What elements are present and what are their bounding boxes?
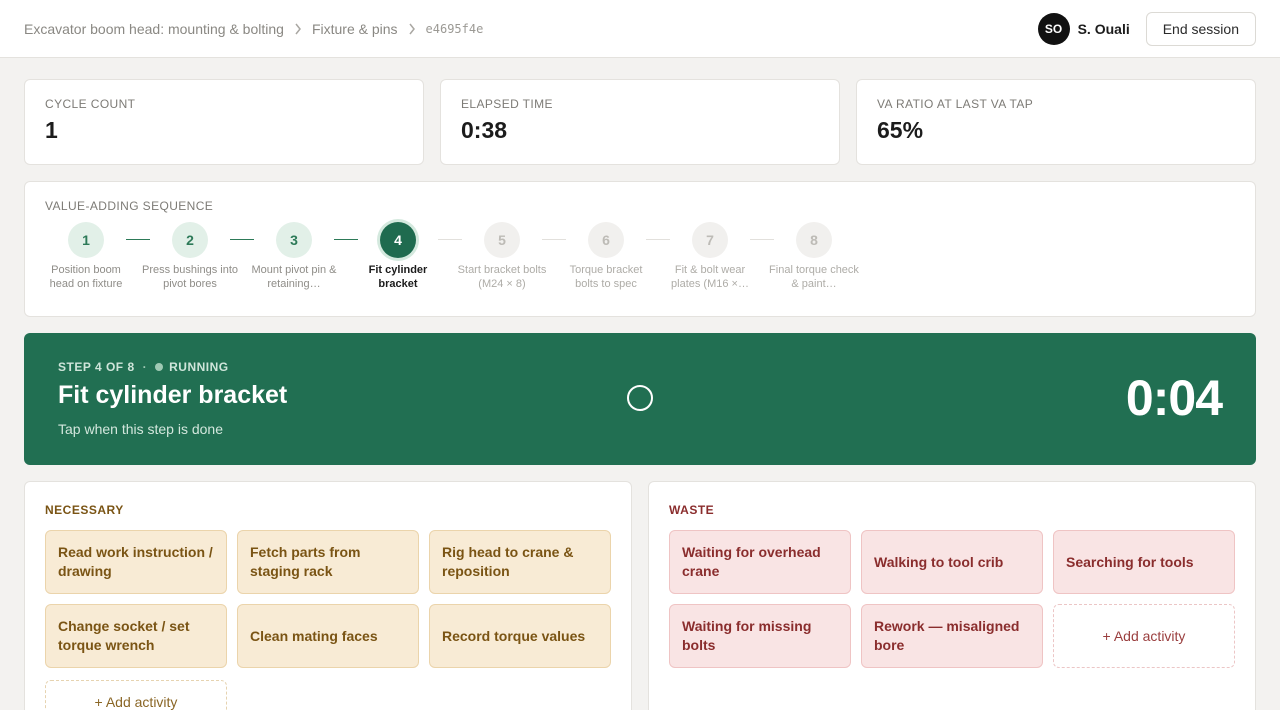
step-counter: STEP 4 OF 8	[58, 360, 135, 374]
sequence-card: Value-adding sequence 1 Position boom he…	[24, 181, 1256, 317]
step-number: 2	[172, 222, 208, 258]
step-status: STEP 4 OF 8 · RUNNING	[58, 360, 229, 374]
waste-activity[interactable]: Rework — misaligned bore	[861, 604, 1043, 668]
sequence-step-6[interactable]: 6 Torque bracket bolts to spec	[554, 222, 658, 291]
add-waste-activity-button[interactable]: + Add activity	[1053, 604, 1235, 668]
necessary-activity[interactable]: Read work instruction / drawing	[45, 530, 227, 594]
separator-dot: ·	[142, 360, 148, 374]
necessary-activity[interactable]: Fetch parts from staging rack	[237, 530, 419, 594]
session-id: e4695f4e	[425, 21, 484, 36]
cycle-count-value: 1	[45, 117, 58, 143]
step-number: 6	[588, 222, 624, 258]
waste-title: Waste	[669, 503, 715, 517]
step-label: Mount pivot pin & retaining…	[251, 264, 337, 290]
sequence-step-2[interactable]: 2 Press bushings into pivot bores	[138, 222, 242, 291]
step-label: Final torque check & paint…	[769, 264, 859, 290]
elapsed-time-card: Elapsed time 0:38	[440, 79, 840, 165]
step-label: Fit & bolt wear plates (M16 ×…	[671, 264, 749, 290]
step-timer: 0:04	[1125, 370, 1223, 426]
step-done-button[interactable]: STEP 4 OF 8 · RUNNING Fit cylinder brack…	[24, 333, 1256, 465]
tap-hint: Tap when this step is done	[58, 421, 223, 437]
necessary-activity[interactable]: Change socket / set torque wrench	[45, 604, 227, 668]
top-bar: Excavator boom head: mounting & bolting …	[0, 0, 1280, 58]
necessary-panel: Necessary Read work instruction / drawin…	[24, 481, 632, 710]
step-label: Press bushings into pivot bores	[142, 264, 238, 290]
status-dot-icon	[155, 363, 164, 371]
necessary-title: Necessary	[45, 503, 124, 517]
end-session-button[interactable]: End session	[1145, 11, 1256, 46]
va-ratio-value: 65%	[877, 117, 924, 143]
elapsed-time-label: Elapsed time	[461, 97, 553, 111]
waste-activity[interactable]: Waiting for overhead crane	[669, 530, 851, 594]
sequence-step-1[interactable]: 1 Position boom head on fixture	[34, 222, 138, 291]
step-number: 1	[68, 222, 104, 258]
avatar[interactable]: SO	[1037, 12, 1070, 45]
step-number: 7	[692, 222, 728, 258]
step-label: Fit cylinder bracket	[368, 264, 428, 290]
sequence-step-5[interactable]: 5 Start bracket bolts (M24 × 8)	[450, 222, 554, 291]
sequence-step-4[interactable]: 4 Fit cylinder bracket	[346, 222, 450, 291]
breadcrumb-station[interactable]: Fixture & pins	[312, 21, 398, 37]
waste-panel: Waste Waiting for overhead crane Walking…	[648, 481, 1256, 710]
sequence-step-3[interactable]: 3 Mount pivot pin & retaining…	[242, 222, 346, 291]
sequence-step-8[interactable]: 8 Final torque check & paint…	[762, 222, 866, 291]
breadcrumb: Excavator boom head: mounting & bolting …	[24, 21, 483, 37]
necessary-activity[interactable]: Rig head to crane & reposition	[429, 530, 611, 594]
waste-activity[interactable]: Waiting for missing bolts	[669, 604, 851, 668]
step-number: 3	[276, 222, 312, 258]
va-ratio-card: VA ratio at last VA tap 65%	[856, 79, 1256, 165]
step-number: 8	[796, 222, 832, 258]
breadcrumb-process[interactable]: Excavator boom head: mounting & bolting	[24, 21, 284, 37]
chevron-right-icon	[408, 23, 416, 35]
step-number: 5	[484, 222, 520, 258]
chevron-right-icon	[294, 23, 302, 35]
sequence-title: Value-adding sequence	[45, 199, 214, 213]
va-ratio-label: VA ratio at last VA tap	[877, 97, 1034, 111]
sequence-step-7[interactable]: 7 Fit & bolt wear plates (M16 ×…	[658, 222, 762, 291]
step-label: Position boom head on fixture	[49, 264, 123, 290]
step-number: 4	[380, 222, 416, 258]
step-label: Start bracket bolts (M24 × 8)	[457, 264, 547, 290]
waste-activity[interactable]: Searching for tools	[1053, 530, 1235, 594]
waste-activity[interactable]: Walking to tool crib	[861, 530, 1043, 594]
cursor-ring-icon	[627, 385, 653, 411]
necessary-activity[interactable]: Record torque values	[429, 604, 611, 668]
cycle-count-label: Cycle count	[45, 97, 136, 111]
user-name: S. Ouali	[1077, 20, 1130, 37]
cycle-count-card: Cycle count 1	[24, 79, 424, 165]
add-necessary-activity-button[interactable]: + Add activity	[45, 680, 227, 710]
running-status: RUNNING	[169, 360, 229, 374]
necessary-activity[interactable]: Clean mating faces	[237, 604, 419, 668]
step-label: Torque bracket bolts to spec	[569, 264, 643, 290]
elapsed-time-value: 0:38	[461, 117, 508, 143]
user-area: SO S. Ouali End session	[1037, 11, 1256, 46]
current-step-title: Fit cylinder bracket	[58, 381, 288, 409]
